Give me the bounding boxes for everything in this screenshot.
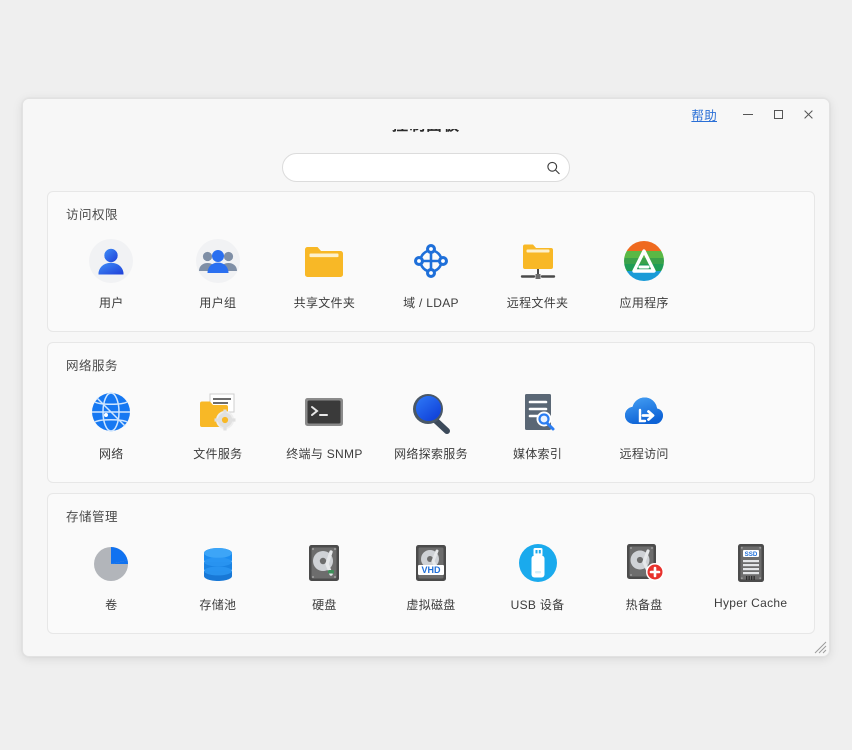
section-title: 存储管理 xyxy=(52,504,810,525)
tile-label: 远程文件夹 xyxy=(507,294,569,311)
minimize-button[interactable] xyxy=(733,102,763,126)
remote-folder-icon xyxy=(514,237,562,285)
section-network-services: 网络服务 网络 xyxy=(47,342,815,483)
section-title: 网络服务 xyxy=(52,353,810,374)
tile-network-discovery[interactable]: 网络探索服务 xyxy=(378,378,485,474)
tile-file-service[interactable]: 文件服务 xyxy=(165,378,272,474)
applications-icon xyxy=(620,237,668,285)
tile-hard-disk[interactable]: 硬盘 xyxy=(271,529,378,625)
tile-label: 用户组 xyxy=(199,294,236,311)
tile-users[interactable]: 用户 xyxy=(58,227,165,323)
user-group-icon xyxy=(194,237,242,285)
tile-virtual-disk[interactable]: VHD 虚拟磁盘 xyxy=(378,529,485,625)
tile-label: 用户 xyxy=(99,294,124,311)
minimize-icon xyxy=(743,114,753,115)
tile-remote-folder[interactable]: 远程文件夹 xyxy=(484,227,591,323)
tile-label: Hyper Cache xyxy=(714,596,787,610)
search-area xyxy=(23,153,829,182)
section-access-permissions: 访问权限 xyxy=(47,191,815,332)
control-panel-window: 帮助 控制面板 访问权限 xyxy=(22,98,830,657)
tile-media-index[interactable]: 媒体索引 xyxy=(484,378,591,474)
file-service-icon xyxy=(194,388,242,436)
tile-label: 域 / LDAP xyxy=(403,294,459,311)
media-index-icon xyxy=(514,388,562,436)
section-storage-management: 存储管理 卷 xyxy=(47,493,815,634)
tile-hyper-cache[interactable]: SSD xyxy=(697,529,804,625)
tile-label: 远程访问 xyxy=(620,445,669,462)
tile-volume[interactable]: 卷 xyxy=(58,529,165,625)
tile-label: 网络 xyxy=(99,445,124,462)
search-box xyxy=(282,153,570,182)
tile-applications[interactable]: 应用程序 xyxy=(591,227,698,323)
tile-usb-device[interactable]: USB 设备 xyxy=(484,529,591,625)
tile-label: 硬盘 xyxy=(312,596,337,613)
storage-pool-icon xyxy=(194,539,242,587)
tile-grid: 用户 用户组 xyxy=(52,223,810,323)
tile-remote-access[interactable]: 远程访问 xyxy=(591,378,698,474)
globe-network-icon xyxy=(87,388,135,436)
user-icon xyxy=(87,237,135,285)
tile-label: 存储池 xyxy=(199,596,236,613)
tile-label: 网络探索服务 xyxy=(394,445,468,462)
tile-shared-folder[interactable]: 共享文件夹 xyxy=(271,227,378,323)
tile-label: 文件服务 xyxy=(193,445,242,462)
svg-text:VHD: VHD xyxy=(421,565,441,575)
svg-text:SSD: SSD xyxy=(744,551,757,558)
ssd-hyper-cache-icon: SSD xyxy=(727,539,775,587)
maximize-button[interactable] xyxy=(763,102,793,126)
hot-spare-disk-icon xyxy=(620,539,668,587)
close-button[interactable] xyxy=(793,102,823,126)
maximize-icon xyxy=(774,110,783,119)
hard-disk-icon xyxy=(300,539,348,587)
remote-access-cloud-icon xyxy=(620,388,668,436)
usb-device-icon xyxy=(514,539,562,587)
network-discovery-icon xyxy=(407,388,455,436)
tile-label: USB 设备 xyxy=(511,596,565,613)
tile-label: 卷 xyxy=(105,596,117,613)
close-icon xyxy=(803,109,814,120)
tile-domain-ldap[interactable]: 域 / LDAP xyxy=(378,227,485,323)
tile-network[interactable]: 网络 xyxy=(58,378,165,474)
tile-storage-pool[interactable]: 存储池 xyxy=(165,529,272,625)
volume-piechart-icon xyxy=(87,539,135,587)
tile-terminal-snmp[interactable]: 终端与 SNMP xyxy=(271,378,378,474)
tile-label: 终端与 SNMP xyxy=(286,445,362,462)
shared-folder-icon xyxy=(300,237,348,285)
terminal-snmp-icon xyxy=(300,388,348,436)
title-bar: 帮助 xyxy=(23,99,829,129)
tile-label: 应用程序 xyxy=(620,294,669,311)
tile-label: 热备盘 xyxy=(626,596,663,613)
domain-ldap-icon xyxy=(407,237,455,285)
tile-grid: 卷 xyxy=(52,525,810,625)
search-input[interactable] xyxy=(282,153,570,182)
sections-scroll-area[interactable]: 访问权限 xyxy=(23,191,829,656)
tile-user-groups[interactable]: 用户组 xyxy=(165,227,272,323)
help-link[interactable]: 帮助 xyxy=(691,105,717,124)
resize-grip[interactable] xyxy=(814,641,827,654)
tile-label: 媒体索引 xyxy=(513,445,562,462)
search-icon[interactable] xyxy=(546,160,561,175)
tile-label: 共享文件夹 xyxy=(294,294,356,311)
tile-hot-spare-disk[interactable]: 热备盘 xyxy=(591,529,698,625)
tile-label: 虚拟磁盘 xyxy=(406,596,455,613)
virtual-disk-vhd-icon: VHD xyxy=(407,539,455,587)
section-title: 访问权限 xyxy=(52,202,810,223)
tile-grid: 网络 xyxy=(52,374,810,474)
